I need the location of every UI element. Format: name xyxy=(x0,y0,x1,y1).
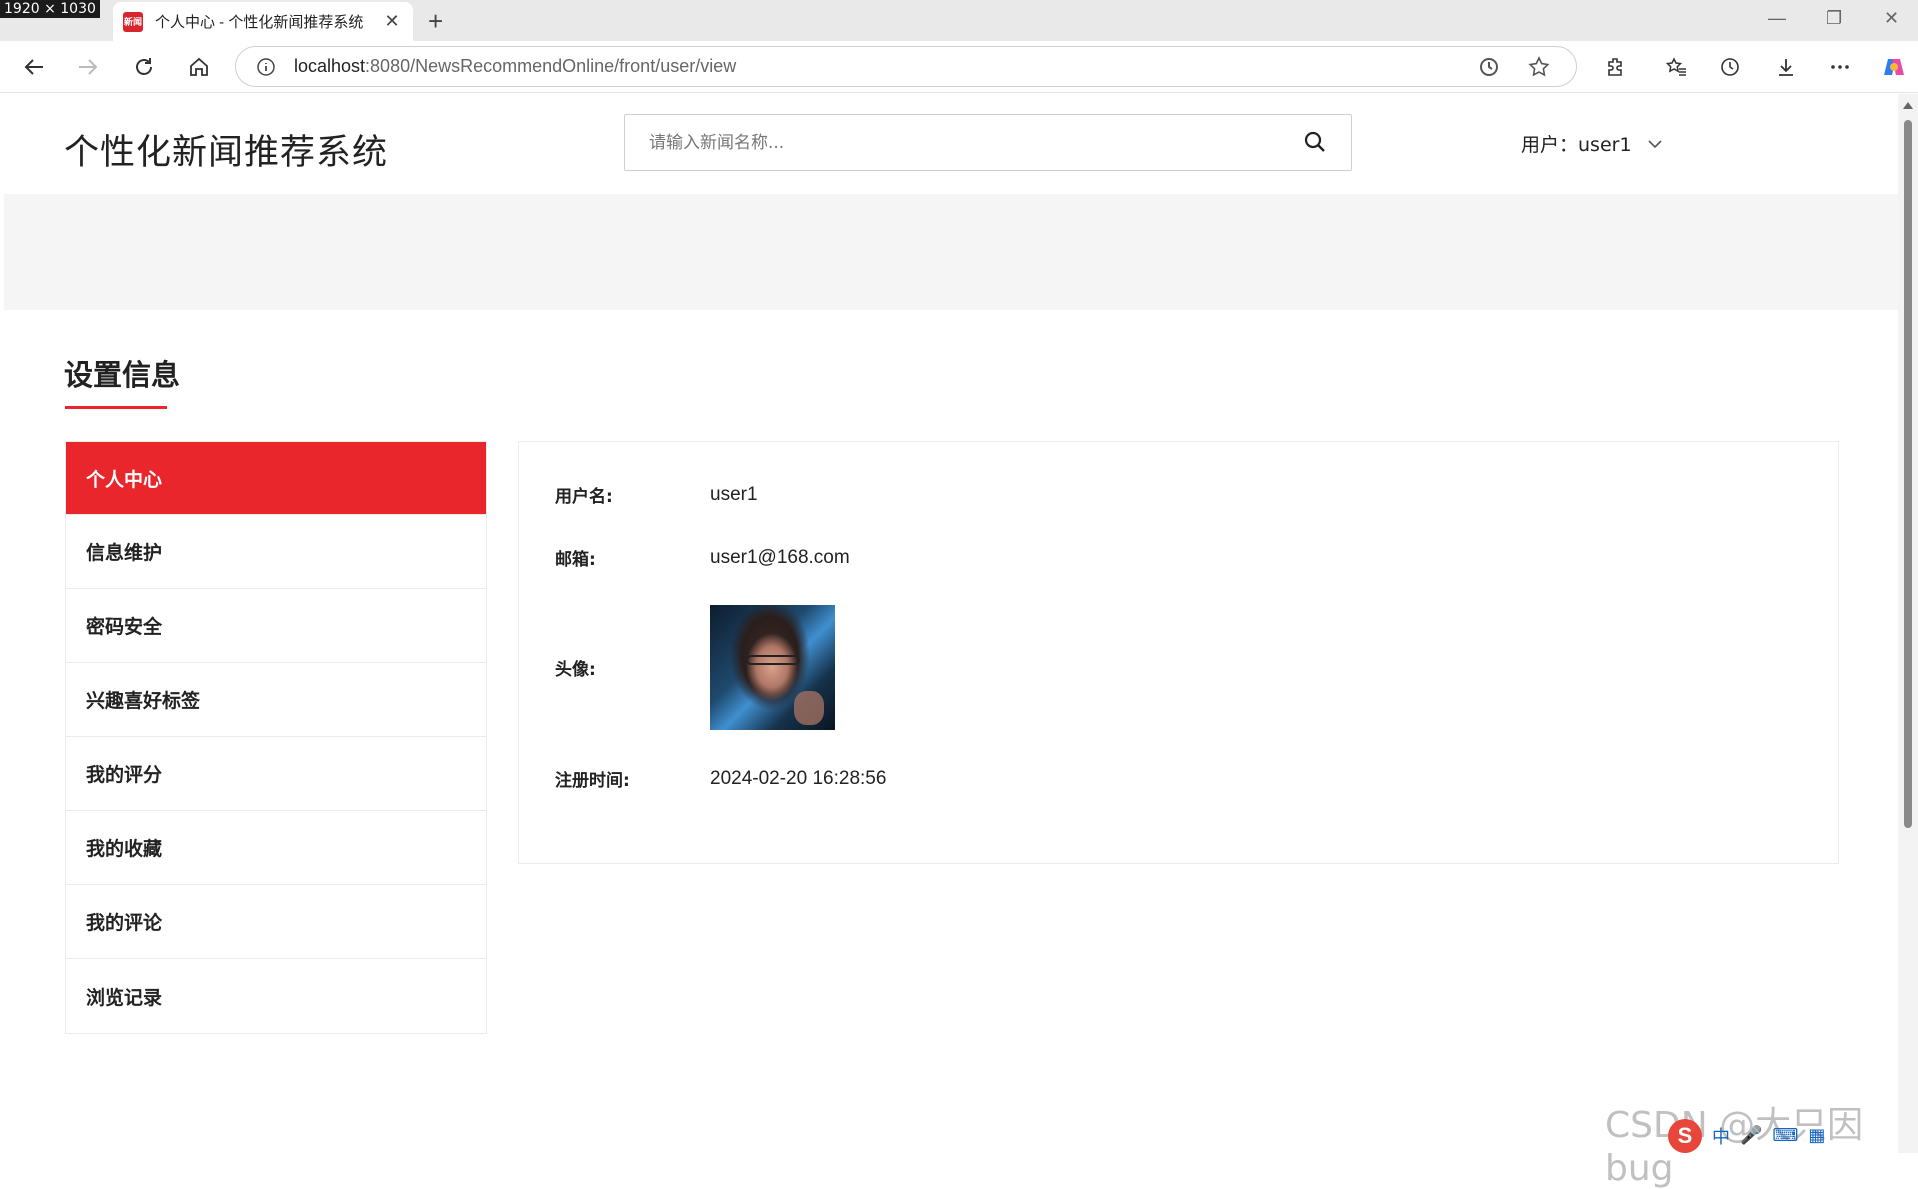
avatar-row: 头像: xyxy=(555,605,835,730)
search-box xyxy=(624,114,1352,171)
username-label: 用户名: xyxy=(555,487,613,507)
keyboard-icon[interactable]: ⌨ xyxy=(1772,1125,1798,1146)
browser-titlebar: 1920 × 1030 新闻 个人中心 - 个性化新闻推荐系统 ✕ + — ❐ … xyxy=(0,0,1918,41)
grid-icon[interactable]: ▦ xyxy=(1808,1125,1825,1146)
favorite-star-icon[interactable] xyxy=(1526,54,1552,80)
avatar-label: 头像: xyxy=(555,660,596,680)
profile-panel: 用户名: user1 邮箱: user1@168.com 头像: 注册时间: 2… xyxy=(518,441,1839,864)
window-close-icon[interactable]: ✕ xyxy=(1884,8,1899,29)
username-row: 用户名: user1 xyxy=(555,482,758,508)
search-input[interactable] xyxy=(625,115,1285,170)
scrollbar-thumb[interactable] xyxy=(1904,120,1912,828)
avatar-hand xyxy=(794,691,824,725)
reload-icon[interactable] xyxy=(130,53,158,81)
side-menu-item-profile[interactable]: 个人中心 xyxy=(66,442,486,515)
side-menu-item-info[interactable]: 信息维护 xyxy=(66,515,486,589)
url-path: :8080/NewsRecommendOnline/front/user/vie… xyxy=(365,56,737,76)
tab-title: 个人中心 - 个性化新闻推荐系统 xyxy=(155,14,364,31)
chevron-down-icon xyxy=(1647,139,1662,148)
minimize-icon[interactable]: — xyxy=(1768,8,1786,29)
user-menu-label: 用户：user1 xyxy=(1521,134,1632,156)
avatar xyxy=(710,605,835,730)
email-label: 邮箱: xyxy=(555,550,596,570)
site-info-icon[interactable] xyxy=(254,55,278,79)
section-title-underline xyxy=(65,406,167,409)
microphone-icon[interactable]: 🎤 xyxy=(1740,1125,1762,1146)
page-viewport: 个性化新闻推荐系统 用户：user1 设置信息 个人中心 信息维护 密码安全 兴… xyxy=(4,94,1898,1153)
browser-tab[interactable]: 新闻 个人中心 - 个性化新闻推荐系统 ✕ xyxy=(113,2,413,41)
search-icon[interactable] xyxy=(1303,130,1329,156)
side-menu-item-history[interactable]: 浏览记录 xyxy=(66,959,486,1033)
side-menu-item-favorites[interactable]: 我的收藏 xyxy=(66,811,486,885)
side-menu-item-password[interactable]: 密码安全 xyxy=(66,589,486,663)
copilot-icon[interactable] xyxy=(1880,53,1908,81)
ime-language[interactable]: 中 xyxy=(1712,1123,1730,1149)
site-header: 个性化新闻推荐系统 用户：user1 xyxy=(4,94,1898,194)
side-menu-item-comments[interactable]: 我的评论 xyxy=(66,885,486,959)
side-menu: 个人中心 信息维护 密码安全 兴趣喜好标签 我的评分 我的收藏 我的评论 浏览记… xyxy=(65,441,487,1034)
avatar-glasses xyxy=(746,655,800,665)
address-bar[interactable]: localhost:8080/NewsRecommendOnline/front… xyxy=(235,46,1577,87)
restore-icon[interactable]: ❐ xyxy=(1826,8,1842,29)
banner-area xyxy=(4,194,1898,310)
side-menu-item-ratings[interactable]: 我的评分 xyxy=(66,737,486,811)
new-tab-icon[interactable]: + xyxy=(428,6,443,37)
tab-close-icon[interactable]: ✕ xyxy=(381,11,403,32)
site-title[interactable]: 个性化新闻推荐系统 xyxy=(64,124,388,175)
scroll-up-icon[interactable] xyxy=(1903,102,1913,109)
favorites-icon[interactable] xyxy=(1662,53,1690,81)
browser-toolbar: localhost:8080/NewsRecommendOnline/front… xyxy=(0,41,1918,93)
email-row: 邮箱: user1@168.com xyxy=(555,545,850,571)
home-icon[interactable] xyxy=(185,53,213,81)
back-icon[interactable] xyxy=(20,53,48,81)
history-icon[interactable] xyxy=(1716,53,1744,81)
more-icon[interactable] xyxy=(1826,53,1854,81)
page-scrollbar[interactable] xyxy=(1898,94,1918,1153)
ime-logo-icon[interactable]: S xyxy=(1668,1118,1702,1153)
register-time-value: 2024-02-20 16:28:56 xyxy=(710,767,887,789)
url-text[interactable]: localhost:8080/NewsRecommendOnline/front… xyxy=(294,56,1476,77)
download-icon[interactable] xyxy=(1772,53,1800,81)
favicon-icon: 新闻 xyxy=(123,11,143,32)
username-value: user1 xyxy=(710,483,758,505)
email-value: user1@168.com xyxy=(710,546,850,568)
forward-icon[interactable] xyxy=(74,53,102,81)
system-tray: S 中 🎤 ⌨ ▦ xyxy=(1668,1118,1918,1153)
register-time-label: 注册时间: xyxy=(555,771,630,791)
url-host: localhost xyxy=(294,56,366,76)
resolution-badge: 1920 × 1030 xyxy=(0,0,100,18)
extensions-icon[interactable] xyxy=(1602,53,1630,81)
section-title: 设置信息 xyxy=(64,358,181,392)
register-time-row: 注册时间: 2024-02-20 16:28:56 xyxy=(555,766,887,792)
refresh-page-icon[interactable] xyxy=(1476,54,1502,80)
user-menu[interactable]: 用户：user1 xyxy=(1521,130,1662,157)
side-menu-item-interests[interactable]: 兴趣喜好标签 xyxy=(66,663,486,737)
